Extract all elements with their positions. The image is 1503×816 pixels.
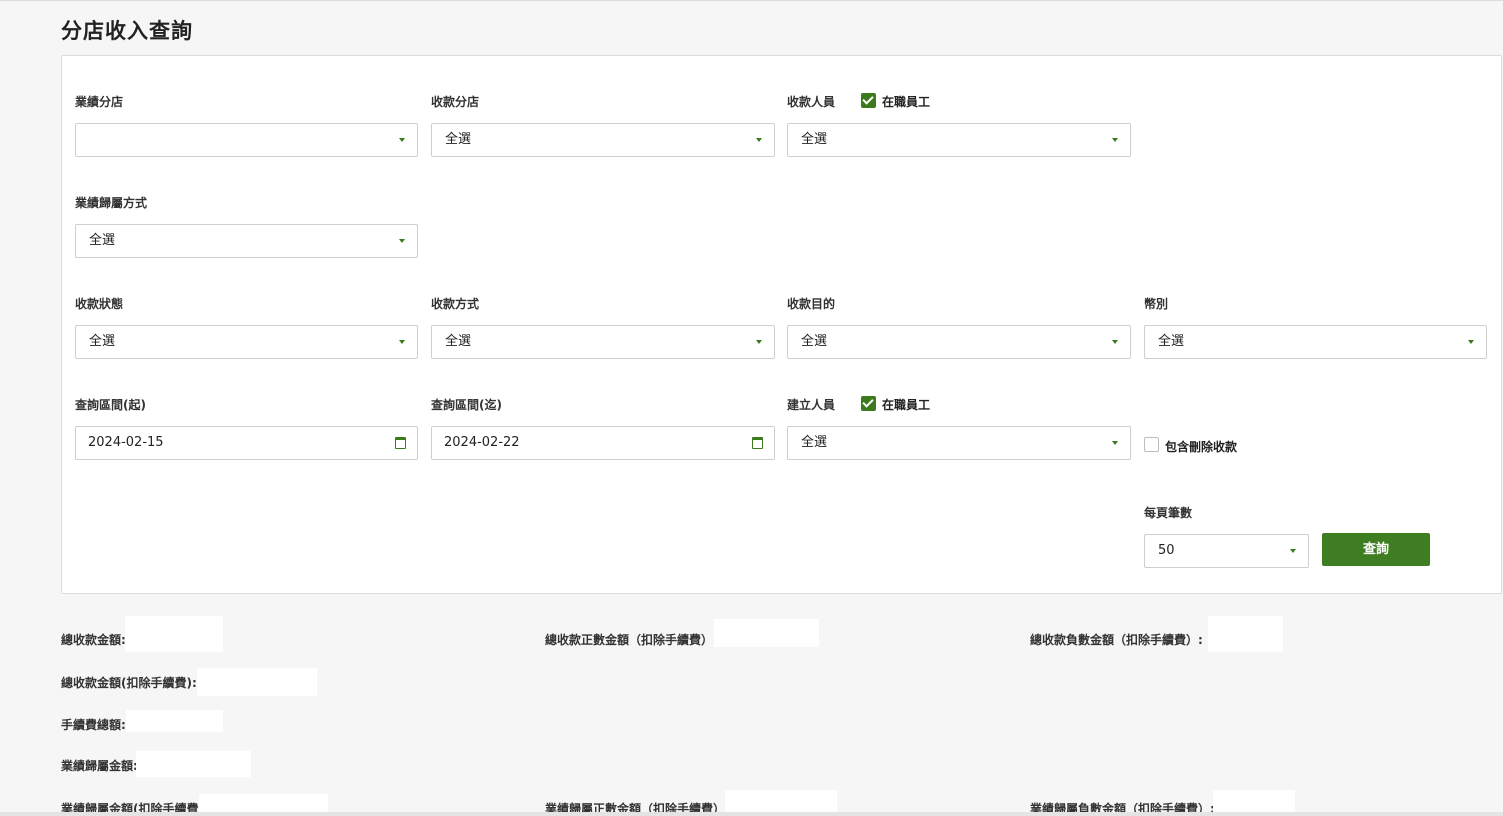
payment-method-value: 全選	[445, 334, 472, 349]
include-deleted-label: 包含刪除收款	[1165, 440, 1238, 454]
chevron-down-icon	[399, 138, 405, 142]
receiver-active-checkbox[interactable]	[861, 93, 876, 108]
bottom-divider	[0, 812, 1503, 816]
receiver-select[interactable]: 全選	[787, 123, 1131, 157]
calendar-icon[interactable]	[752, 437, 763, 449]
perf-branch-select[interactable]	[75, 123, 418, 157]
filter-panel: 業績分店 收款分店 全選 收款人員 在職員工 全選 業績歸屬方式 全選 收款狀態…	[61, 55, 1502, 594]
total-negative-net-label: 總收款負數金額（扣除手續費）:	[1030, 633, 1203, 647]
currency-select[interactable]: 全選	[1144, 325, 1487, 359]
top-divider	[0, 0, 1503, 1]
date-end-value: 2024-02-22	[444, 435, 520, 450]
payment-status-label: 收款狀態	[75, 297, 124, 311]
chevron-down-icon	[399, 340, 405, 344]
chevron-down-icon	[399, 239, 405, 243]
receiver-label: 收款人員	[787, 95, 836, 109]
attribution-method-value: 全選	[89, 233, 116, 248]
total-amount-value	[125, 616, 223, 652]
payment-status-value: 全選	[89, 334, 116, 349]
creator-active-checkbox[interactable]	[861, 396, 876, 411]
total-positive-net-value	[714, 619, 819, 647]
date-start-label: 查詢區間(起)	[75, 398, 146, 412]
attribution-amount-label: 業績歸屬金額:	[61, 759, 138, 773]
attribution-positive-net-value	[725, 790, 837, 812]
chevron-down-icon	[756, 138, 762, 142]
chevron-down-icon	[1112, 340, 1118, 344]
chevron-down-icon	[1112, 441, 1118, 445]
total-amount-net-label: 總收款金額(扣除手續費):	[61, 676, 197, 690]
creator-label: 建立人員	[787, 398, 836, 412]
payment-method-select[interactable]: 全選	[431, 325, 775, 359]
total-negative-net-value	[1208, 616, 1283, 652]
attribution-method-label: 業績歸屬方式	[75, 196, 148, 210]
payment-method-label: 收款方式	[431, 297, 480, 311]
creator-select[interactable]: 全選	[787, 426, 1131, 460]
attribution-amount-value	[136, 751, 251, 777]
date-end-input[interactable]: 2024-02-22	[431, 426, 775, 460]
payment-purpose-label: 收款目的	[787, 297, 836, 311]
payment-status-select[interactable]: 全選	[75, 325, 418, 359]
chevron-down-icon	[1290, 549, 1296, 553]
date-end-label: 查詢區間(迄)	[431, 398, 502, 412]
page-size-value: 50	[1158, 543, 1175, 558]
date-start-input[interactable]: 2024-02-15	[75, 426, 418, 460]
date-start-value: 2024-02-15	[88, 435, 164, 450]
total-amount-label: 總收款金額:	[61, 633, 126, 647]
attribution-amount-net-value	[199, 794, 328, 812]
page-title: 分店收入查詢	[61, 19, 193, 43]
receive-branch-select[interactable]: 全選	[431, 123, 775, 157]
receive-branch-label: 收款分店	[431, 95, 480, 109]
calendar-icon[interactable]	[395, 437, 406, 449]
query-button[interactable]: 查詢	[1322, 533, 1430, 566]
creator-value: 全選	[801, 435, 828, 450]
attribution-method-select[interactable]: 全選	[75, 224, 418, 258]
total-positive-net-label: 總收款正數金額（扣除手續費）	[545, 633, 714, 647]
creator-active-label: 在職員工	[882, 398, 931, 412]
currency-value: 全選	[1158, 334, 1185, 349]
payment-purpose-select[interactable]: 全選	[787, 325, 1131, 359]
receiver-active-label: 在職員工	[882, 95, 931, 109]
chevron-down-icon	[756, 340, 762, 344]
currency-label: 幣別	[1144, 297, 1169, 311]
page-size-label: 每頁筆數	[1144, 506, 1193, 520]
total-amount-net-value	[197, 668, 317, 696]
receive-branch-value: 全選	[445, 132, 472, 147]
attribution-negative-net-value	[1213, 790, 1295, 812]
page-size-select[interactable]: 50	[1144, 534, 1309, 568]
chevron-down-icon	[1468, 340, 1474, 344]
perf-branch-label: 業績分店	[75, 95, 124, 109]
receiver-value: 全選	[801, 132, 828, 147]
include-deleted-checkbox[interactable]	[1144, 437, 1159, 452]
fee-total-value	[126, 710, 223, 732]
chevron-down-icon	[1112, 138, 1118, 142]
fee-total-label: 手續費總額:	[61, 718, 126, 732]
payment-purpose-value: 全選	[801, 334, 828, 349]
